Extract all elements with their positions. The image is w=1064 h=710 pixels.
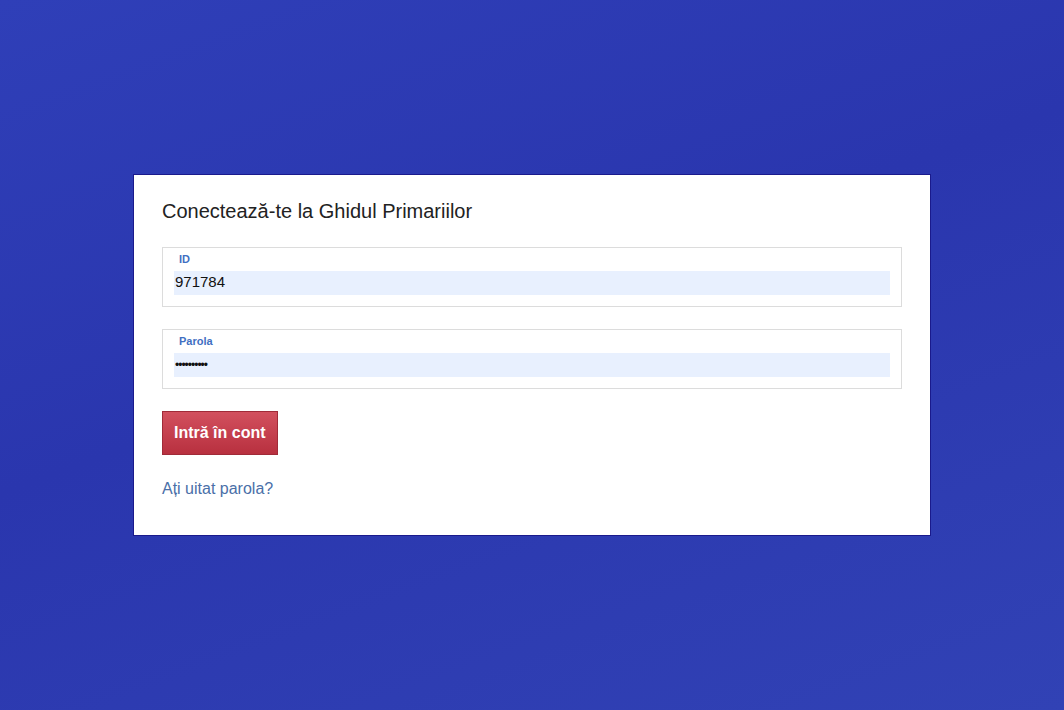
login-form: ID 971784 Parola •••••••••• bbox=[162, 247, 902, 389]
field-label: ID bbox=[174, 252, 890, 266]
id-input[interactable]: 971784 bbox=[174, 271, 890, 295]
password-field: Parola •••••••••• bbox=[162, 329, 902, 389]
login-page: Conectează-te la Ghidul Primariilor ID 971… bbox=[0, 0, 1064, 710]
login-card: Conectează-te la Ghidul Primariilor ID 971… bbox=[133, 174, 931, 536]
login-title: Conectează-te la Ghidul Primariilor bbox=[162, 199, 902, 223]
id-field: ID 971784 bbox=[162, 247, 902, 307]
login-button[interactable]: Intră în cont bbox=[162, 411, 278, 455]
password-input[interactable]: •••••••••• bbox=[174, 353, 890, 377]
forgot-password-link[interactable]: Ați uitat parola? bbox=[162, 479, 273, 499]
field-label: Parola bbox=[174, 334, 890, 348]
